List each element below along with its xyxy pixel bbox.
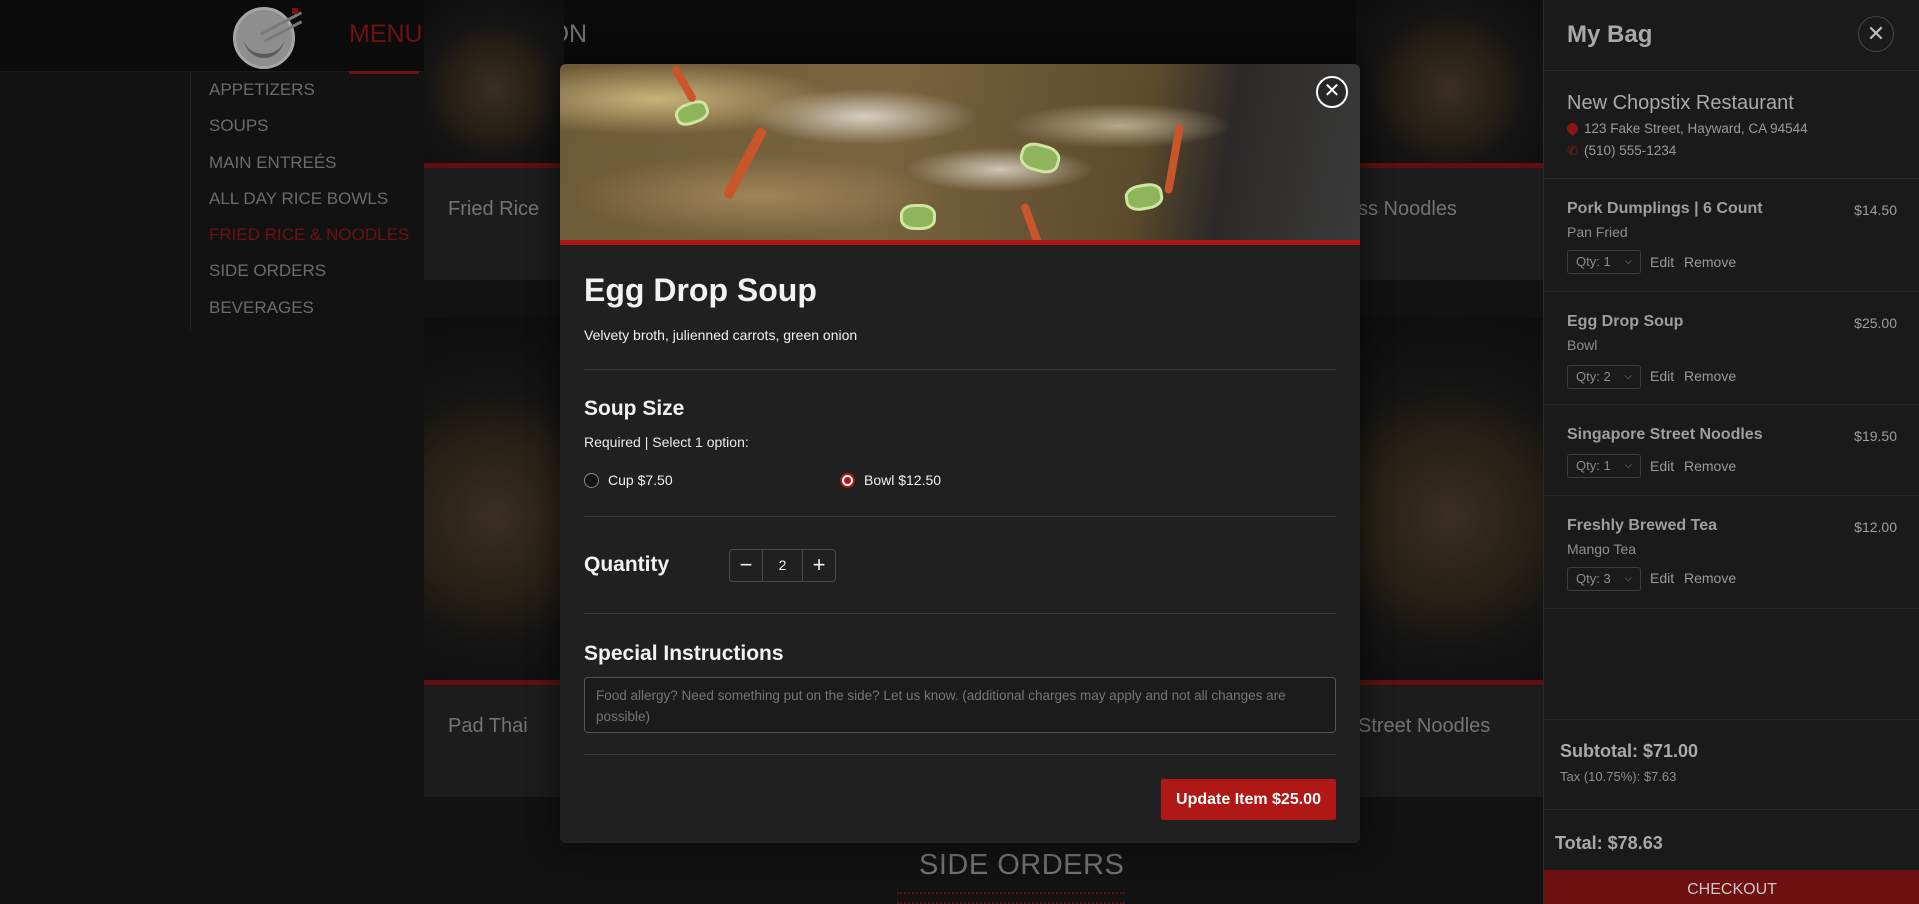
edit-link[interactable]: Edit: [1650, 254, 1674, 270]
restaurant-address-row: 123 Fake Street, Hayward, CA 94544: [1564, 120, 1808, 137]
category-beverages[interactable]: BEVERAGES: [209, 298, 314, 318]
bag-item-name: Freshly Brewed Tea: [1567, 517, 1717, 534]
category-fried-rice-noodles[interactable]: FRIED RICE & NOODLES: [209, 225, 409, 245]
bag-item: Pork Dumplings | 6 Count $14.50 Pan Frie…: [1544, 178, 1919, 292]
quantity-heading: Quantity: [584, 553, 670, 576]
chevron-down-icon: ⌵: [1624, 573, 1632, 584]
qty-select[interactable]: Qty: 1 ⌵: [1567, 250, 1641, 274]
bag-item: Singapore Street Noodles $19.50 Qty: 1 ⌵ …: [1544, 404, 1919, 496]
menu-card-title: Street Noodles: [1358, 715, 1491, 737]
category-appetizers[interactable]: APPETIZERS: [209, 80, 315, 100]
category-sidebar: APPETIZERS SOUPS MAIN ENTREÉS ALL DAY RI…: [190, 72, 410, 330]
option-cup[interactable]: Cup $7.50: [584, 472, 673, 488]
item-title: Egg Drop Soup: [584, 272, 817, 308]
chevron-down-icon: ⌵: [1624, 460, 1632, 471]
item-description: Velvety broth, julienned carrots, green …: [584, 327, 858, 343]
remove-link[interactable]: Remove: [1684, 570, 1736, 586]
section-heading: SIDE ORDERS: [919, 849, 1125, 881]
option-cup-label: Cup $7.50: [608, 472, 673, 488]
bag-item-option: Bowl: [1567, 337, 1598, 353]
checkout-button[interactable]: CHECKOUT: [1544, 870, 1919, 904]
divider: [1544, 608, 1919, 609]
bag-item-option: Pan Fried: [1567, 224, 1628, 240]
divider: [584, 754, 1336, 755]
subtotal: Subtotal: $71.00: [1560, 741, 1699, 761]
divider: [584, 369, 1336, 370]
divider: [584, 613, 1336, 614]
divider: [1544, 809, 1919, 810]
bag-item-price: $14.50: [1854, 202, 1897, 218]
special-instructions-heading: Special Instructions: [584, 642, 784, 665]
edit-link[interactable]: Edit: [1650, 570, 1674, 586]
menu-card-title: Fried Rice: [448, 198, 540, 220]
location-pin-icon: [1564, 120, 1581, 137]
bag-item-price: $25.00: [1854, 315, 1897, 331]
option-bowl-label: Bowl $12.50: [864, 472, 942, 488]
bag-item-name: Singapore Street Noodles: [1567, 426, 1763, 443]
total: Total: $78.63: [1555, 833, 1663, 853]
category-side-orders[interactable]: SIDE ORDERS: [209, 261, 326, 281]
modal-close-icon[interactable]: ✕: [1316, 76, 1348, 108]
soup-size-heading: Soup Size: [584, 397, 685, 420]
chevron-down-icon: ⌵: [1624, 256, 1632, 267]
remove-link[interactable]: Remove: [1684, 368, 1736, 384]
bag-title: My Bag: [1567, 21, 1653, 48]
section-divider: [897, 892, 1125, 904]
phone-icon: ✆: [1567, 143, 1578, 158]
menu-card[interactable]: Street Noodles: [1356, 317, 1543, 797]
item-photo: [560, 64, 1360, 240]
divider: [1544, 70, 1919, 71]
size-requirement-text: Required | Select 1 option:: [584, 434, 749, 450]
remove-link[interactable]: Remove: [1684, 254, 1736, 270]
bag-item-price: $19.50: [1854, 428, 1897, 444]
restaurant-name: New Chopstix Restaurant: [1567, 92, 1794, 114]
remove-link[interactable]: Remove: [1684, 458, 1736, 474]
bag-close-icon[interactable]: ✕: [1858, 16, 1894, 52]
radio-bowl[interactable]: [840, 472, 855, 488]
restaurant-address: 123 Fake Street, Hayward, CA 94544: [1584, 121, 1808, 136]
qty-select[interactable]: Qty: 3 ⌵: [1567, 567, 1641, 591]
restaurant-phone-row: ✆ (510) 555-1234: [1567, 143, 1676, 158]
item-modal: ✕ Egg Drop Soup Velvety broth, julienned…: [560, 64, 1360, 843]
category-soups[interactable]: SOUPS: [209, 116, 269, 136]
qty-select[interactable]: Qty: 1 ⌵: [1567, 454, 1641, 478]
radio-cup[interactable]: [584, 472, 599, 488]
category-main-entrees[interactable]: MAIN ENTREÉS: [209, 153, 337, 173]
divider: [584, 516, 1336, 517]
update-item-button[interactable]: Update Item $25.00: [1161, 779, 1336, 820]
bag-item: Egg Drop Soup $25.00 Bowl Qty: 2 ⌵ Edit R…: [1544, 291, 1919, 405]
special-instructions-input[interactable]: [584, 677, 1336, 733]
menu-card[interactable]: ss Noodles: [1356, 0, 1543, 280]
menu-card[interactable]: Pad Thai: [424, 317, 564, 797]
quantity-stepper: − 2 +: [729, 549, 836, 582]
tax: Tax (10.75%): $7.63: [1560, 769, 1677, 784]
photo-accent-bar: [560, 240, 1360, 245]
bag-item: Freshly Brewed Tea $12.00 Mango Tea Qty:…: [1544, 495, 1919, 609]
option-bowl[interactable]: Bowl $12.50: [840, 472, 941, 488]
qty-select[interactable]: Qty: 2 ⌵: [1567, 365, 1641, 389]
category-rice-bowls[interactable]: ALL DAY RICE BOWLS: [209, 189, 388, 209]
chevron-down-icon: ⌵: [1624, 371, 1632, 382]
menu-card-title: Pad Thai: [448, 715, 528, 737]
divider: [1544, 719, 1919, 720]
edit-link[interactable]: Edit: [1650, 458, 1674, 474]
bag-item-option: Mango Tea: [1567, 541, 1637, 557]
decrement-button[interactable]: −: [730, 550, 763, 581]
bag-item-name: Pork Dumplings | 6 Count: [1567, 200, 1763, 217]
edit-link[interactable]: Edit: [1650, 368, 1674, 384]
restaurant-logo[interactable]: [233, 7, 303, 69]
increment-button[interactable]: +: [802, 550, 835, 581]
nav-menu-link[interactable]: MENU: [349, 20, 423, 49]
bag-item-name: Egg Drop Soup: [1567, 313, 1684, 330]
menu-card-title: ss Noodles: [1358, 198, 1457, 220]
menu-card[interactable]: Fried Rice: [424, 0, 564, 280]
quantity-value[interactable]: 2: [763, 550, 802, 581]
bag-sidebar: My Bag ✕ New Chopstix Restaurant 123 Fak…: [1543, 0, 1919, 904]
bag-item-price: $12.00: [1854, 519, 1897, 535]
restaurant-phone[interactable]: (510) 555-1234: [1584, 143, 1676, 158]
